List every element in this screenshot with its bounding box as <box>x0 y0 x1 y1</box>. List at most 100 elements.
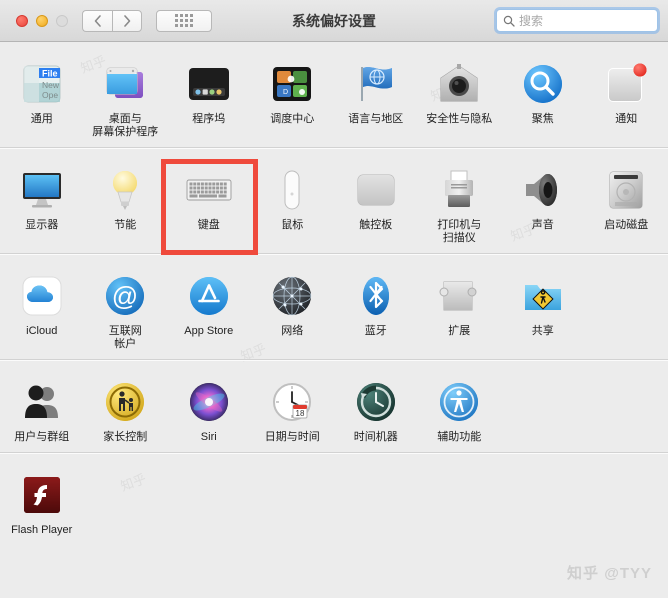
grid-dots-icon <box>175 14 193 27</box>
app-store-icon <box>185 272 233 320</box>
mouse-icon <box>268 166 316 214</box>
security-privacy-icon <box>435 60 483 108</box>
icloud-icon <box>18 272 66 320</box>
displays-icon <box>18 166 66 214</box>
keyboard-icon <box>185 166 233 214</box>
pref-item-printers-scanners[interactable]: 打印机与 扫描仪 <box>418 158 502 245</box>
pref-item-label: Siri <box>200 431 217 443</box>
pref-item-label: 用户与群组 <box>14 431 70 443</box>
back-button[interactable] <box>82 9 112 32</box>
sharing-icon <box>519 272 567 320</box>
pref-item-parental-controls[interactable]: 家长控制 <box>84 370 168 444</box>
pref-item-internet-accounts[interactable]: @ 互联网 帐户 <box>84 264 168 351</box>
pref-item-sound[interactable]: 声音 <box>501 158 585 245</box>
pref-item-language-region[interactable]: 语言与地区 <box>334 52 418 139</box>
pref-item-trackpad[interactable]: 触控板 <box>334 158 418 245</box>
search-placeholder: 搜索 <box>519 14 544 28</box>
svg-text:D: D <box>283 89 288 96</box>
pref-item-icloud[interactable]: iCloud <box>0 264 84 351</box>
close-button[interactable] <box>16 14 28 27</box>
pref-item-label: 程序坞 <box>192 113 226 125</box>
preferences-row: 用户与群组 家长控制 Siri 18 日期与时间 时间机器 辅助功能 <box>0 360 668 453</box>
extensions-icon <box>435 272 483 320</box>
pref-item-startup-disk[interactable]: 启动磁盘 <box>585 158 668 245</box>
pref-item-label: 语言与地区 <box>348 113 404 125</box>
pref-item-label: 打印机与 扫描仪 <box>437 219 482 244</box>
bluetooth-icon <box>352 272 400 320</box>
pref-item-label: 网络 <box>281 325 304 337</box>
date-time-icon: 18 <box>268 378 316 426</box>
pref-item-energy-saver[interactable]: 节能 <box>84 158 168 245</box>
pref-item-label: 显示器 <box>25 219 59 231</box>
pref-item-notifications[interactable]: 通知 <box>585 52 668 139</box>
minimize-button[interactable] <box>36 14 48 27</box>
trackpad-icon <box>352 166 400 214</box>
pref-item-label: iCloud <box>26 325 58 337</box>
pref-item-mouse[interactable]: 鼠标 <box>251 158 335 245</box>
preferences-grid: 知乎 知乎 知乎 知乎 知乎 File New Ope 通用 <box>0 42 668 597</box>
parental-controls-icon <box>101 378 149 426</box>
sound-icon <box>519 166 567 214</box>
siri-icon <box>185 378 233 426</box>
spotlight-icon <box>519 60 567 108</box>
pref-item-label: 时间机器 <box>353 431 398 443</box>
preferences-row: 显示器 节能 键盘 鼠标 触控板 打印机与 扫描仪 声音 启动磁盘 <box>0 148 668 255</box>
zoom-button <box>56 14 68 27</box>
pref-item-label: Flash Player <box>11 524 73 536</box>
pref-item-label: 通知 <box>615 113 638 125</box>
pref-item-date-time[interactable]: 18 日期与时间 <box>251 370 335 444</box>
energy-saver-icon <box>101 166 149 214</box>
search-container: 搜索 <box>496 9 658 32</box>
chevron-left-icon <box>94 14 101 27</box>
search-icon <box>503 15 515 27</box>
svg-text:Ope: Ope <box>42 90 58 100</box>
pref-item-bluetooth[interactable]: 蓝牙 <box>334 264 418 351</box>
pref-item-accessibility[interactable]: 辅助功能 <box>418 370 502 444</box>
show-all-button[interactable] <box>156 9 212 32</box>
pref-item-network[interactable]: 网络 <box>251 264 335 351</box>
pref-item-label: 家长控制 <box>103 431 148 443</box>
pref-item-keyboard[interactable]: 键盘 <box>167 158 251 245</box>
pref-item-label: 启动磁盘 <box>604 219 649 231</box>
pref-item-siri[interactable]: Siri <box>167 370 251 444</box>
pref-item-label: 桌面与 屏幕保护程序 <box>92 113 159 138</box>
pref-item-dock[interactable]: 程序坞 <box>167 52 251 139</box>
forward-button[interactable] <box>112 9 142 32</box>
accessibility-icon <box>435 378 483 426</box>
preferences-row: File New Ope 通用 桌面与 屏幕保护程序 程序坞 D 调度中心 语言… <box>0 42 668 148</box>
traffic-lights <box>16 14 68 27</box>
mission-control-icon: D <box>268 60 316 108</box>
general-icon: File New Ope <box>18 60 66 108</box>
users-groups-icon <box>18 378 66 426</box>
pref-item-label: 安全性与隐私 <box>426 113 493 125</box>
search-input[interactable]: 搜索 <box>496 9 658 32</box>
pref-item-label: App Store <box>184 325 234 337</box>
pref-item-label: 调度中心 <box>270 113 315 125</box>
pref-item-app-store[interactable]: App Store <box>167 264 251 351</box>
desktop-screensaver-icon <box>101 60 149 108</box>
svg-text:@: @ <box>112 281 138 311</box>
pref-item-extensions[interactable]: 扩展 <box>418 264 502 351</box>
pref-item-security-privacy[interactable]: 安全性与隐私 <box>418 52 502 139</box>
pref-item-users-groups[interactable]: 用户与群组 <box>0 370 84 444</box>
flash-player-icon <box>18 471 66 519</box>
pref-item-label: 共享 <box>531 325 554 337</box>
pref-item-spotlight[interactable]: 聚焦 <box>501 52 585 139</box>
language-region-icon <box>352 60 400 108</box>
startup-disk-icon <box>602 166 650 214</box>
navigation-buttons <box>82 9 142 32</box>
pref-item-time-machine[interactable]: 时间机器 <box>334 370 418 444</box>
pref-item-desktop-screensaver[interactable]: 桌面与 屏幕保护程序 <box>84 52 168 139</box>
svg-text:File: File <box>42 69 58 79</box>
pref-item-displays[interactable]: 显示器 <box>0 158 84 245</box>
pref-item-mission-control[interactable]: D 调度中心 <box>251 52 335 139</box>
notifications-icon <box>602 60 650 108</box>
pref-item-sharing[interactable]: 共享 <box>501 264 585 351</box>
pref-item-flash-player[interactable]: Flash Player <box>0 463 84 537</box>
system-preferences-window: 系统偏好设置 搜索 知乎 知乎 知乎 知乎 知乎 <box>0 0 668 598</box>
preferences-row: iCloud @ 互联网 帐户 App Store 网络 蓝牙 扩展 共享 <box>0 254 668 360</box>
time-machine-icon <box>352 378 400 426</box>
pref-item-general[interactable]: File New Ope 通用 <box>0 52 84 139</box>
internet-accounts-icon: @ <box>101 272 149 320</box>
pref-item-label: 键盘 <box>197 219 220 231</box>
